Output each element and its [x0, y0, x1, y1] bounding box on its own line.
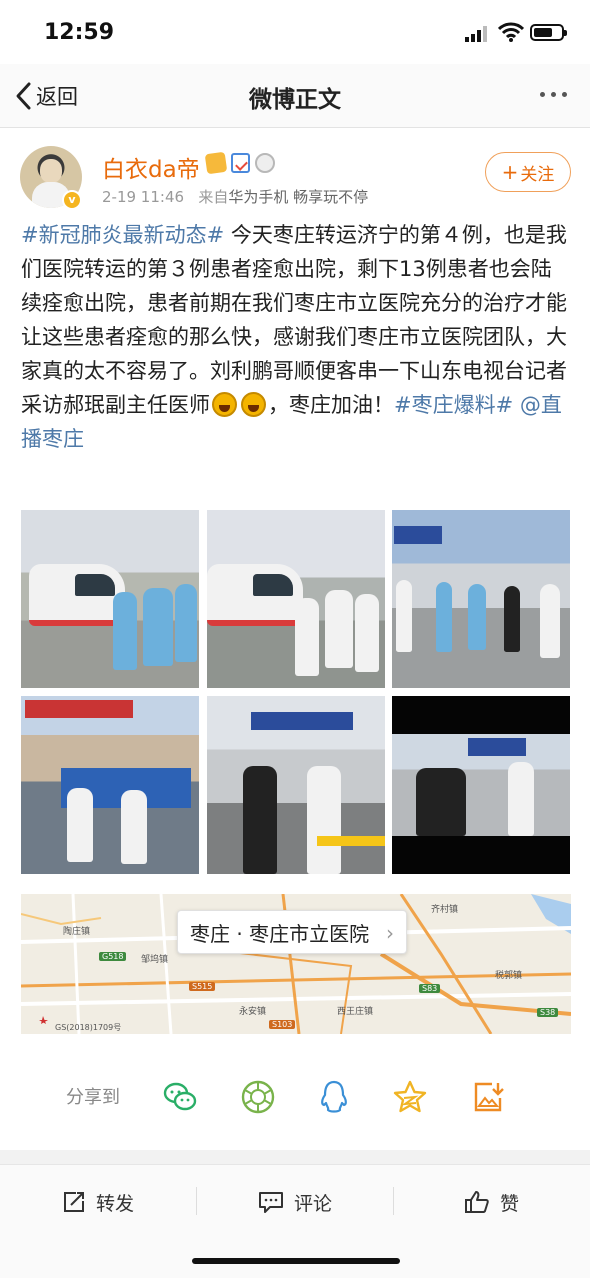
battery-icon: [530, 24, 567, 41]
post-time: 2-19 11:46: [102, 188, 185, 206]
save-image-icon[interactable]: [470, 1079, 506, 1115]
map-label: 永安镇: [239, 1007, 267, 1017]
medal-badge-icon[interactable]: [255, 153, 275, 173]
follow-button[interactable]: + 关注: [485, 152, 571, 192]
repost-icon: [64, 1192, 84, 1212]
road-shield: S83: [419, 984, 441, 993]
post-text: #新冠肺炎最新动态# 今天枣庄转运济宁的第４例，也是我们医院转运的第３例患者痊愈…: [21, 218, 571, 456]
qq-icon[interactable]: [316, 1079, 352, 1115]
map-label: 齐村镇: [431, 905, 459, 915]
follow-label: 关注: [520, 164, 555, 185]
post-meta: 2-19 11:46 来自华为手机 畅享玩不停: [102, 186, 368, 207]
comment-button[interactable]: 评论: [258, 1187, 332, 1217]
comment-icon: [259, 1192, 283, 1213]
laughing-emoji-icon: [212, 392, 237, 417]
action-divider: [196, 1187, 197, 1215]
like-button[interactable]: 赞: [464, 1187, 519, 1217]
home-indicator[interactable]: [192, 1258, 400, 1264]
post-source[interactable]: 华为手机 畅享玩不停: [228, 188, 368, 206]
more-dot-icon: [550, 91, 556, 97]
repost-button[interactable]: 转发: [62, 1187, 134, 1217]
repost-label: 转发: [96, 1192, 135, 1215]
check-in-badge-icon[interactable]: [231, 153, 250, 173]
user-badges: [204, 151, 275, 175]
status-time: 12:59: [44, 20, 115, 45]
member-badge-icon[interactable]: [204, 151, 228, 175]
map-label: 邹坞镇: [141, 955, 169, 965]
qzone-icon[interactable]: [392, 1079, 428, 1115]
map-label: 西王庄镇: [337, 1007, 374, 1017]
photo-ambulance-staff[interactable]: [21, 510, 199, 688]
location-map[interactable]: 陶庄镇 齐村镇 邹坞镇 永安镇 西王庄镇 税郭镇 GS(2018)1709号 G…: [21, 894, 571, 1034]
road-shield: S38: [537, 1008, 559, 1017]
navigation-bar: 返回 微博正文: [0, 64, 590, 128]
road-shield: S515: [189, 982, 216, 991]
location-name: 枣庄 · 枣庄市立医院: [190, 921, 370, 946]
wechat-icon[interactable]: [162, 1079, 198, 1115]
cellular-signal-icon: [465, 26, 487, 42]
plus-icon: +: [501, 160, 519, 184]
share-bar: 分享到: [0, 1065, 590, 1125]
hashtag-link[interactable]: #新冠肺炎最新动态#: [21, 223, 224, 247]
comment-label: 评论: [294, 1192, 333, 1215]
map-copyright: GS(2018)1709号: [55, 1023, 122, 1032]
photo-ambulance-ppe[interactable]: [207, 510, 385, 688]
more-dot-icon: [539, 91, 545, 97]
thumbs-up-icon: [465, 1191, 489, 1213]
photo-police-interview[interactable]: [207, 696, 385, 874]
source-prefix: 来自: [198, 188, 229, 206]
road-shield: G518: [99, 952, 127, 961]
username[interactable]: 白衣da帝: [102, 150, 200, 184]
status-bar: 12:59: [0, 0, 590, 64]
moments-icon[interactable]: [240, 1079, 276, 1115]
map-location-label[interactable]: 枣庄 · 枣庄市立医院 ›: [177, 910, 407, 954]
hashtag-link[interactable]: #枣庄爆料#: [394, 393, 513, 417]
photo-tv-interview[interactable]: [392, 696, 570, 874]
action-divider: [393, 1187, 394, 1215]
laughing-emoji-icon: [241, 392, 266, 417]
page-title: 微博正文: [249, 87, 341, 113]
section-divider: [0, 1150, 590, 1164]
verified-badge-icon: v: [62, 190, 82, 210]
more-dot-icon: [561, 91, 567, 97]
photo-police-station-group[interactable]: [392, 510, 570, 688]
like-label: 赞: [500, 1192, 520, 1215]
post-body-end: ，枣庄加油！: [268, 393, 394, 417]
more-options-button[interactable]: [534, 84, 572, 104]
post-body: 今天枣庄转运济宁的第４例，也是我们医院转运的第３例患者痊愈出院，剩下13例患者也…: [21, 223, 567, 417]
chevron-right-icon: ›: [386, 921, 394, 945]
map-label: 税郭镇: [495, 971, 523, 981]
map-label: 陶庄镇: [63, 927, 91, 937]
share-label: 分享到: [66, 1087, 120, 1108]
wifi-icon: [498, 22, 524, 42]
road-shield: S103: [269, 1020, 296, 1029]
photo-jining-hospital[interactable]: [21, 696, 199, 874]
